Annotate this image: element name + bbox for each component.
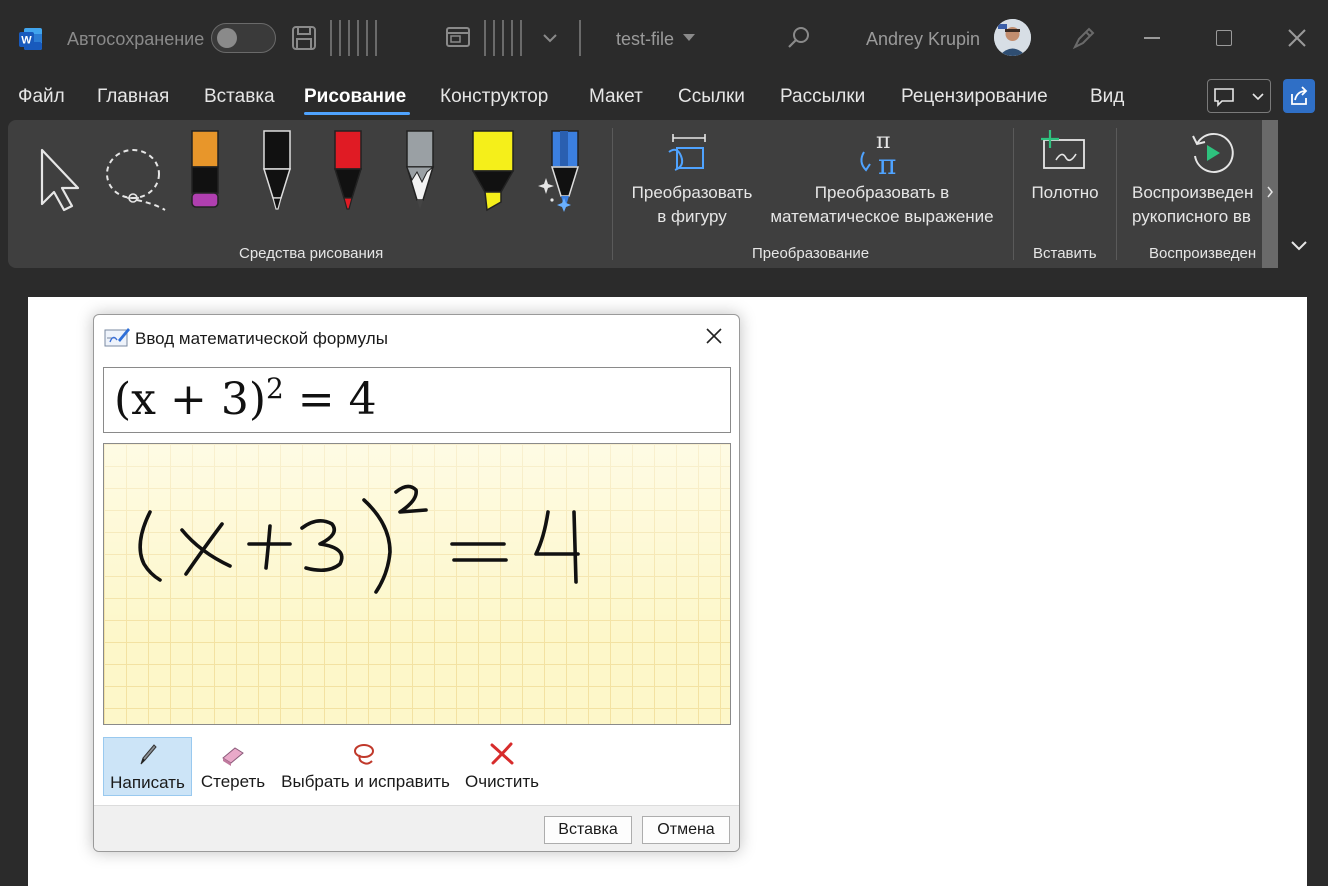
insert-button[interactable]: Вставка [544, 816, 632, 844]
math-input-icon [104, 328, 130, 347]
share-button[interactable] [1283, 79, 1315, 113]
ribbon-expand-button[interactable] [1285, 232, 1313, 260]
avatar[interactable] [994, 19, 1031, 56]
select-correct-tool-button[interactable]: Выбрать и исправить [274, 737, 457, 796]
tab-design[interactable]: Конструктор [440, 86, 548, 108]
tab-references[interactable]: Ссылки [678, 86, 745, 108]
tab-mailings[interactable]: Рассылки [780, 86, 865, 108]
active-tab-indicator [304, 112, 410, 115]
group-label-convert: Преобразование [752, 245, 870, 262]
toggle-knob [217, 28, 237, 48]
word-app-icon: W [19, 28, 42, 50]
search-icon[interactable] [786, 25, 812, 51]
pen-icon [140, 744, 157, 765]
ink-replay-line2: рукописного вв [1132, 207, 1251, 226]
formula-preview: (x + 3)2 = 4 [103, 367, 731, 433]
autosave-label: Автосохранение [67, 29, 205, 49]
tab-draw[interactable]: Рисование [304, 86, 406, 108]
convert-to-shape-button[interactable]: Преобразовать в фигуру [620, 181, 764, 229]
convert-to-math-button[interactable]: Преобразовать в математическое выражение [760, 181, 1004, 229]
ink-replay-line1: Воспроизведен [1132, 183, 1254, 202]
formula-rhs: = 4 [283, 374, 377, 425]
pencil-icon[interactable] [404, 130, 436, 212]
pen-icon[interactable] [1071, 25, 1097, 51]
convert-to-math-icon[interactable]: π π [856, 128, 910, 178]
tab-insert[interactable]: Вставка [204, 86, 275, 108]
group-label-insert: Вставить [1033, 245, 1097, 262]
convert-to-shape-line2: в фигуру [657, 207, 727, 226]
drawing-canvas-icon[interactable] [1040, 130, 1088, 174]
convert-to-shape-line1: Преобразовать [631, 183, 753, 202]
avatar-photo [994, 19, 1031, 56]
tab-layout[interactable]: Макет [589, 86, 643, 108]
ribbon-scroll-button[interactable] [1262, 120, 1278, 268]
group-separator [1013, 128, 1014, 260]
clear-tool-label: Очистить [464, 772, 539, 791]
handwritten-formula-strokes [138, 484, 580, 594]
tab-home[interactable]: Главная [97, 86, 169, 108]
minimize-button[interactable] [1144, 37, 1160, 39]
group-separator [1116, 128, 1117, 260]
group-label-drawing-tools: Средства рисования [239, 245, 384, 262]
svg-text:W: W [21, 35, 32, 47]
convert-to-shape-icon[interactable] [667, 130, 713, 176]
tab-file[interactable]: Файл [18, 86, 65, 108]
save-icon[interactable] [290, 24, 318, 52]
form-icon[interactable] [445, 25, 471, 51]
convert-to-math-line1: Преобразовать в [814, 183, 950, 202]
group-separator [612, 128, 613, 260]
canvas-button[interactable]: Полотно [1022, 181, 1108, 205]
dialog-title: Ввод математической формулы [135, 329, 388, 348]
formula-exponent: 2 [265, 372, 284, 405]
autosave-toggle[interactable] [211, 23, 276, 53]
math-input-dialog: Ввод математической формулы (x + 3)2 = 4 [93, 314, 740, 852]
write-tool-button[interactable]: Написать [103, 737, 192, 796]
formula-preview-text: (x + 3)2 = 4 [114, 372, 377, 425]
chevron-right-icon [1267, 186, 1273, 198]
ribbon-tabs: Файл Главная Вставка Рисование Конструкт… [0, 78, 1328, 118]
chevron-down-icon[interactable] [683, 34, 695, 42]
erase-tool-label: Стереть [200, 772, 266, 791]
formula-base: (x + 3) [114, 374, 266, 425]
ribbon-panel: Средства рисования Преобразовать в фигур… [8, 120, 1278, 268]
action-pen-icon[interactable] [538, 130, 584, 212]
tab-view[interactable]: Вид [1090, 86, 1124, 108]
select-correct-tool-label: Выбрать и исправить [281, 772, 450, 791]
select-cursor-icon[interactable] [36, 146, 84, 212]
share-icon [1291, 86, 1308, 105]
cancel-button[interactable]: Отмена [642, 816, 730, 844]
ink-replay-icon[interactable] [1189, 130, 1235, 176]
red-pen-icon[interactable] [332, 130, 364, 212]
comment-icon [1214, 88, 1264, 107]
file-name[interactable]: test-file [616, 29, 674, 50]
clear-tool-button[interactable]: Очистить [459, 737, 545, 796]
write-tool-label: Написать [110, 773, 185, 792]
handwriting-canvas[interactable] [103, 443, 731, 725]
orange-pen-icon[interactable] [189, 130, 221, 212]
dialog-footer: Вставка Отмена [94, 805, 739, 851]
close-window-button[interactable] [1286, 27, 1308, 49]
close-icon[interactable] [704, 326, 724, 346]
tab-review[interactable]: Рецензирование [901, 86, 1048, 108]
ink-replay-button[interactable]: Воспроизведен рукописного вв [1132, 181, 1278, 229]
lasso-icon [354, 744, 374, 765]
group-label-replay: Воспроизведен [1149, 245, 1257, 262]
eraser-icon [222, 747, 244, 766]
convert-to-math-line2: математическое выражение [770, 207, 994, 226]
quick-access-tools[interactable] [330, 20, 377, 56]
comments-button[interactable] [1207, 79, 1271, 113]
clear-x-icon [490, 742, 514, 765]
user-name[interactable]: Andrey Krupin [866, 29, 980, 50]
svg-text:π: π [878, 148, 896, 178]
quick-access-tools-2[interactable] [484, 20, 522, 56]
erase-tool-button[interactable]: Стереть [194, 737, 272, 796]
maximize-button[interactable] [1216, 30, 1232, 46]
chevron-down-icon[interactable] [543, 32, 557, 44]
title-bar: W Автосохранение test-file Andrey Krupin [0, 0, 1328, 76]
titlebar-divider [579, 20, 581, 56]
highlighter-icon[interactable] [471, 130, 515, 212]
lasso-select-icon[interactable] [103, 146, 171, 212]
black-pen-icon[interactable] [261, 130, 293, 212]
